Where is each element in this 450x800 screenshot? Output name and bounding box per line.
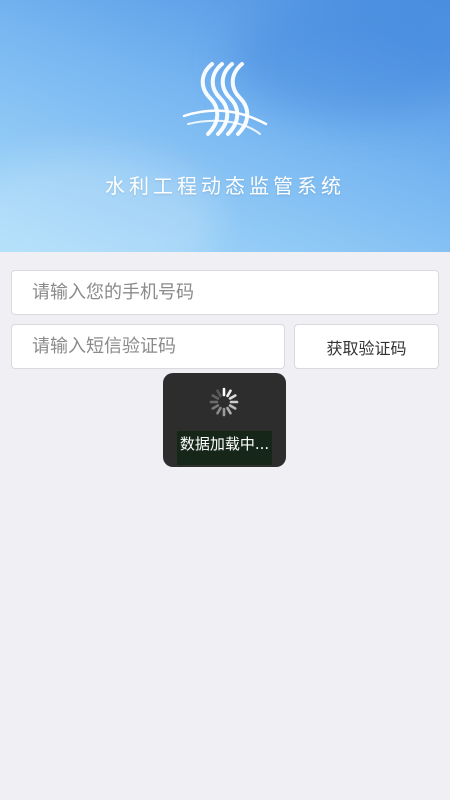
- loading-toast: 数据加载中...: [163, 373, 286, 467]
- get-code-button[interactable]: 获取验证码: [294, 324, 439, 369]
- header-banner: 水利工程动态监管系统: [0, 0, 450, 252]
- app-title: 水利工程动态监管系统: [105, 174, 345, 198]
- water-waves-logo-icon: [182, 62, 268, 136]
- loading-text: 数据加载中...: [177, 431, 272, 465]
- phone-input[interactable]: [30, 281, 438, 304]
- spinner-icon: [209, 387, 239, 417]
- banner-glow: [0, 150, 220, 252]
- login-screen: 水利工程动态监管系统 获取验证码 数据加载中...: [0, 0, 450, 800]
- sms-code-input[interactable]: [30, 335, 284, 358]
- phone-field[interactable]: [11, 270, 439, 315]
- sms-code-field[interactable]: [11, 324, 285, 369]
